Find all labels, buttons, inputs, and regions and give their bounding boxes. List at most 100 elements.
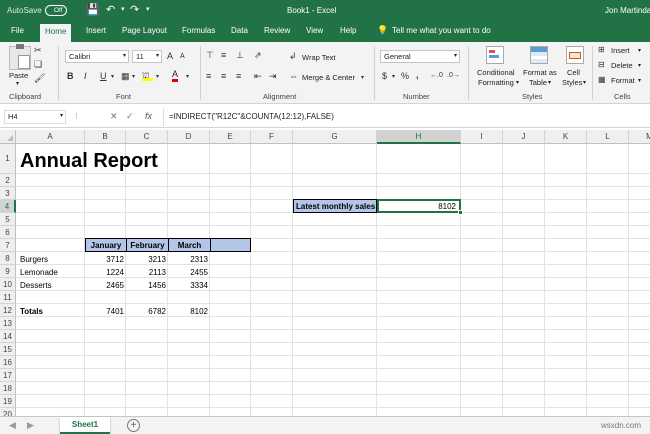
font-color-button[interactable]: A xyxy=(172,69,179,82)
cell-c8[interactable]: 3213 xyxy=(127,253,168,266)
column-header-k[interactable]: K xyxy=(545,130,587,144)
cut-icon[interactable]: ✂ xyxy=(34,45,42,55)
font-color-dropdown-icon[interactable]: ▾ xyxy=(186,72,189,82)
cell-styles-dropdown-icon[interactable]: ▾ xyxy=(583,79,586,86)
paste-icon[interactable] xyxy=(9,44,31,70)
row-header-13[interactable]: 13 xyxy=(0,317,16,330)
merge-center-button[interactable]: Merge & Center xyxy=(302,73,355,82)
align-middle-icon[interactable]: ≡ xyxy=(221,50,226,60)
cell-d9[interactable]: 2455 xyxy=(169,266,210,279)
format-cells-icon[interactable]: ▦ xyxy=(598,75,606,85)
cell-b10[interactable]: 2465 xyxy=(85,279,126,292)
conditional-dropdown-icon[interactable]: ▾ xyxy=(516,79,519,86)
insert-cells-icon[interactable]: ⊞ xyxy=(598,45,605,55)
tell-me-search[interactable]: Tell me what you want to do xyxy=(392,26,491,35)
tab-insert[interactable]: Insert xyxy=(86,26,106,35)
paste-dropdown-icon[interactable]: ▾ xyxy=(16,80,19,87)
number-format-select[interactable]: General ▾ xyxy=(380,50,460,63)
row-header-4[interactable]: 4 xyxy=(0,200,16,213)
format-dropdown-icon[interactable]: ▾ xyxy=(638,77,641,84)
decrease-indent-icon[interactable]: ⇤ xyxy=(254,71,262,81)
row-header-3[interactable]: 3 xyxy=(0,187,16,200)
delete-dropdown-icon[interactable]: ▾ xyxy=(638,62,641,69)
add-sheet-button[interactable]: + xyxy=(127,419,140,432)
increase-indent-icon[interactable]: ⇥ xyxy=(269,71,277,81)
save-icon[interactable]: 💾 xyxy=(86,4,100,16)
more-options-icon[interactable]: ⋮ xyxy=(73,112,80,120)
column-header-f[interactable]: F xyxy=(251,130,293,144)
grow-font-button[interactable]: A xyxy=(167,51,173,61)
row-header-9[interactable]: 9 xyxy=(0,265,16,278)
row-label-burgers[interactable]: Burgers xyxy=(18,253,50,266)
cell-b12[interactable]: 7401 xyxy=(85,305,126,318)
latest-sales-label[interactable]: Latest monthly sales xyxy=(294,200,377,213)
row-header-17[interactable]: 17 xyxy=(0,369,16,382)
row-header-19[interactable]: 19 xyxy=(0,395,16,408)
cell-styles-icon[interactable] xyxy=(566,46,584,64)
header-march[interactable]: March xyxy=(169,239,210,252)
row-header-2[interactable]: 2 xyxy=(0,174,16,187)
scroll-right-icon[interactable]: ▶ xyxy=(27,420,34,431)
name-box[interactable]: H4 ▾ xyxy=(4,110,66,124)
conditional-formatting-icon[interactable] xyxy=(486,46,504,64)
font-size-select[interactable]: 11 ▾ xyxy=(132,50,162,63)
row-header-8[interactable]: 8 xyxy=(0,252,16,265)
cell-c12[interactable]: 6782 xyxy=(127,305,168,318)
row-header-1[interactable]: 1 xyxy=(0,144,16,174)
format-cells-button[interactable]: Format xyxy=(611,76,635,85)
tab-formulas[interactable]: Formulas xyxy=(182,26,215,35)
cell-styles-button[interactable]: Cell xyxy=(567,68,580,77)
tab-help[interactable]: Help xyxy=(340,26,356,35)
format-as-table-sub[interactable]: Table xyxy=(529,78,547,87)
select-all-corner[interactable] xyxy=(0,130,16,144)
borders-dropdown-icon[interactable]: ▾ xyxy=(132,72,135,82)
header-january[interactable]: January xyxy=(86,239,126,252)
tab-view[interactable]: View xyxy=(306,26,323,35)
copy-icon[interactable]: ❏ xyxy=(34,59,42,69)
row-header-20[interactable]: 20 xyxy=(0,408,16,416)
align-center-icon[interactable]: ≡ xyxy=(221,71,226,81)
conditional-formatting-sub[interactable]: Formatting xyxy=(478,78,514,87)
scroll-left-icon[interactable]: ◀ xyxy=(9,420,16,431)
increase-decimal-icon[interactable]: ←.0 xyxy=(430,71,443,81)
cell-c10[interactable]: 1456 xyxy=(127,279,168,292)
row-header-15[interactable]: 15 xyxy=(0,343,16,356)
insert-cells-button[interactable]: Insert xyxy=(611,46,630,55)
borders-icon[interactable]: ▦ xyxy=(121,71,130,81)
format-as-table-dropdown-icon[interactable]: ▾ xyxy=(548,79,551,86)
row-header-7[interactable]: 7 xyxy=(0,239,16,252)
autosave-toggle[interactable]: Off xyxy=(45,5,67,16)
format-as-table-button[interactable]: Format as xyxy=(523,68,557,77)
fill-color-icon[interactable]: ⛫ xyxy=(142,71,153,81)
row-header-16[interactable]: 16 xyxy=(0,356,16,369)
customize-toolbar-icon[interactable]: ▾ xyxy=(146,4,150,16)
worksheet-grid[interactable]: ABCDEFGHIJKLM 1 2 3 4 5 6 7 8 9 10 11 12 13 14 15 16 17 1… xyxy=(0,130,650,416)
italic-button[interactable]: I xyxy=(84,71,87,81)
column-header-d[interactable]: D xyxy=(168,130,210,144)
cell-d10[interactable]: 3334 xyxy=(169,279,210,292)
enter-icon[interactable]: ✓ xyxy=(126,111,134,122)
row-header-18[interactable]: 18 xyxy=(0,382,16,395)
merge-dropdown-icon[interactable]: ▾ xyxy=(361,73,364,83)
row-header-10[interactable]: 10 xyxy=(0,278,16,291)
row-header-6[interactable]: 6 xyxy=(0,226,16,239)
column-header-i[interactable]: I xyxy=(461,130,503,144)
column-header-h[interactable]: H xyxy=(377,130,461,144)
comma-button[interactable]: , xyxy=(416,70,419,80)
conditional-formatting-button[interactable]: Conditional xyxy=(477,68,515,77)
align-top-icon[interactable]: ⊤ xyxy=(206,50,214,60)
column-header-b[interactable]: B xyxy=(85,130,126,144)
latest-sales-value[interactable]: 8102 xyxy=(378,200,458,213)
delete-cells-icon[interactable]: ⊟ xyxy=(598,60,605,70)
undo-icon[interactable]: ↶ xyxy=(106,4,115,16)
shrink-font-button[interactable]: A xyxy=(180,52,185,62)
currency-dropdown-icon[interactable]: ▾ xyxy=(392,72,395,82)
totals-label[interactable]: Totals xyxy=(18,305,45,318)
row-label-lemonade[interactable]: Lemonade xyxy=(18,266,60,279)
cancel-icon[interactable]: ✕ xyxy=(110,111,118,122)
cell-b9[interactable]: 1224 xyxy=(85,266,126,279)
merge-center-icon[interactable]: ⇔ xyxy=(289,71,298,81)
column-header-a[interactable]: A xyxy=(16,130,85,144)
row-label-desserts[interactable]: Desserts xyxy=(18,279,54,292)
row-header-5[interactable]: 5 xyxy=(0,213,16,226)
